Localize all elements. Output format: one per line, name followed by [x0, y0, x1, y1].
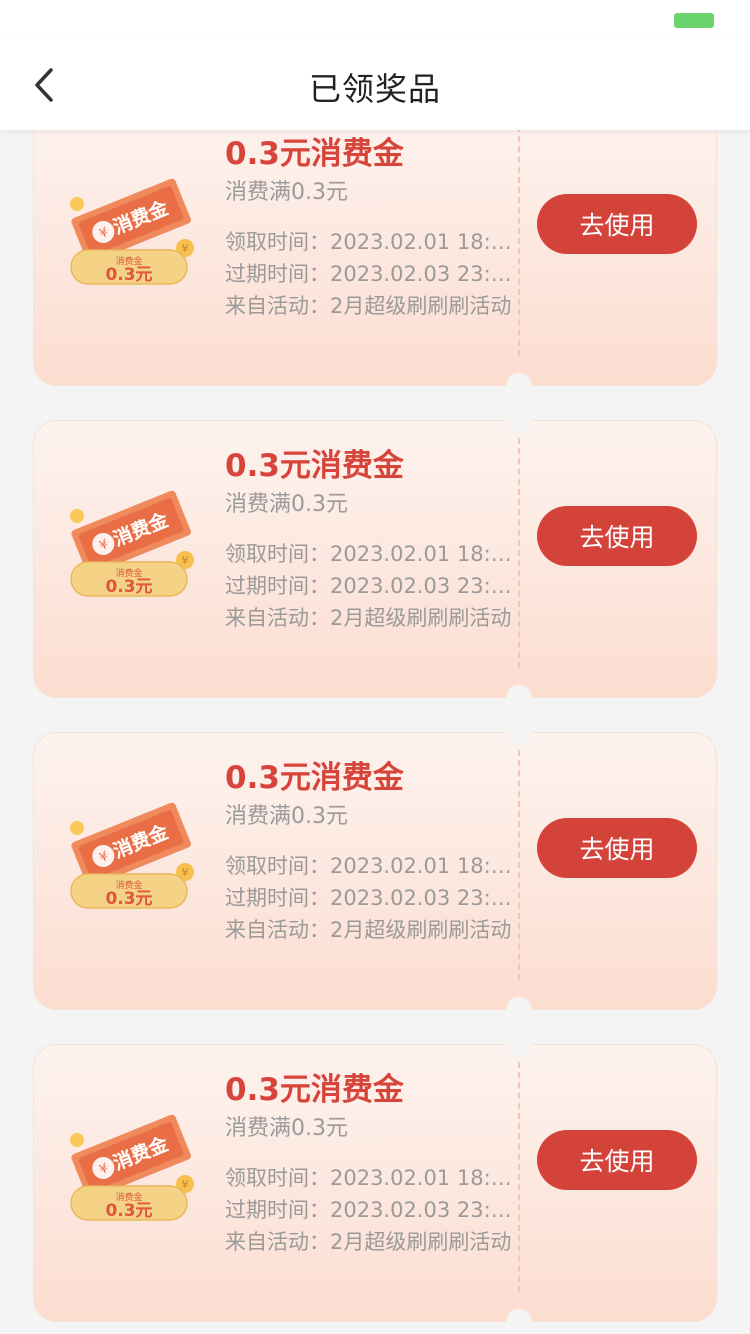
coupon-ticket-icon: ¥ ¥ 消费金 消费金 0.3元 — [70, 1114, 194, 1221]
receive-time: 领取时间：2023.02.01 18:18 — [225, 230, 515, 254]
expire-time: 过期时间：2023.02.03 23:59:59 — [225, 886, 515, 910]
receive-time: 领取时间：2023.02.01 18:18 — [225, 854, 515, 878]
coupon-condition: 消费满0.3元 — [225, 180, 348, 205]
divider — [518, 438, 520, 668]
svg-text:0.3元: 0.3元 — [105, 1201, 152, 1221]
coupon-title: 0.3元消费金 — [225, 136, 404, 172]
divider — [518, 750, 520, 980]
coupon-ticket-icon: ¥ ¥ 消费金 消费金 0.3元 — [70, 802, 194, 909]
coupon-ticket-icon: ¥ ¥ 消费金 消费金 0.3元 — [70, 490, 194, 597]
coupon-card: ¥ ¥ 消费金 消费金 0.3元 0.3元消费金 消费满0.3元 领取时间：20… — [33, 719, 717, 1023]
coupon-title: 0.3元消费金 — [225, 448, 404, 484]
use-button[interactable]: 去使用 — [537, 506, 697, 566]
activity-source: 来自活动：2月超级刷刷刷活动 — [225, 918, 512, 942]
activity-source: 来自活动：2月超级刷刷刷活动 — [225, 606, 512, 630]
page-title: 已领奖品 — [308, 70, 441, 108]
svg-text:0.3元: 0.3元 — [105, 889, 152, 909]
svg-text:0.3元: 0.3元 — [105, 577, 152, 597]
svg-text:¥: ¥ — [182, 866, 189, 879]
svg-text:¥: ¥ — [182, 554, 189, 567]
expire-time: 过期时间：2023.02.03 23:59:59 — [225, 262, 515, 286]
expire-time: 过期时间：2023.02.03 23:59:59 — [225, 1198, 515, 1222]
coupon-ticket-icon: ¥ ¥ 消费金 消费金 0.3元 — [70, 178, 194, 285]
svg-text:¥: ¥ — [182, 1178, 189, 1191]
receive-time: 领取时间：2023.02.01 18:18 — [225, 1166, 515, 1190]
divider — [518, 1062, 520, 1292]
coupon-condition: 消费满0.3元 — [225, 492, 348, 517]
use-button[interactable]: 去使用 — [537, 1130, 697, 1190]
coupon-condition: 消费满0.3元 — [225, 804, 348, 829]
use-button[interactable]: 去使用 — [537, 818, 697, 878]
coupon-card: ¥ ¥ 消费金 消费金 0.3元 0.3元消费金 消费满0.3元 领取时间：20… — [33, 1031, 717, 1334]
coupon-title: 0.3元消费金 — [225, 760, 404, 796]
coupon-title: 0.3元消费金 — [225, 1072, 404, 1108]
coupon-condition: 消费满0.3元 — [225, 1116, 348, 1141]
divider — [518, 130, 520, 356]
svg-text:0.3元: 0.3元 — [105, 265, 152, 285]
status-bar — [0, 0, 750, 40]
coupon-card: ¥ ¥ 消费金 消费金 0.3元 0.3元消费金 消费满0.3元 领取时间：20… — [33, 130, 717, 399]
expire-time: 过期时间：2023.02.03 23:59:59 — [225, 574, 515, 598]
receive-time: 领取时间：2023.02.01 18:18 — [225, 542, 515, 566]
coupon-card: ¥ ¥ 消费金 消费金 0.3元 0.3元消费金 消费满0.3元 领取时间：20… — [33, 407, 717, 711]
activity-source: 来自活动：2月超级刷刷刷活动 — [225, 294, 512, 318]
svg-text:¥: ¥ — [182, 242, 189, 255]
use-button[interactable]: 去使用 — [537, 194, 697, 254]
battery-icon — [674, 13, 714, 28]
activity-source: 来自活动：2月超级刷刷刷活动 — [225, 1230, 512, 1254]
coupon-list: ¥ ¥ 消费金 消费金 0.3元 0.3元消费金 消费满0.3元 领取时间：20… — [0, 130, 750, 1334]
nav-bar: 已领奖品 — [0, 40, 750, 130]
